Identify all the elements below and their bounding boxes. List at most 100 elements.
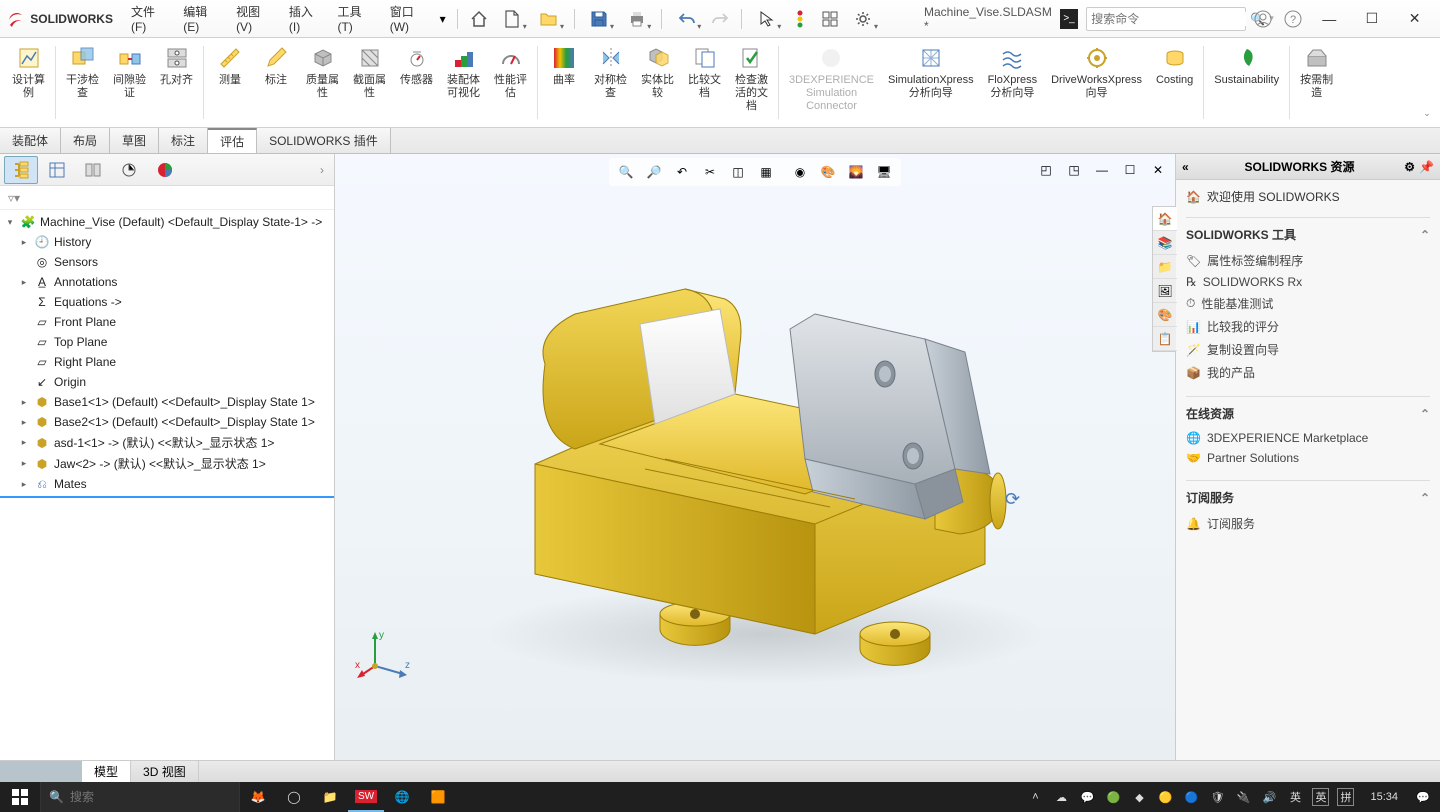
tree-mates[interactable]: ▸⎌Mates [0, 474, 334, 494]
ribbon-curvature[interactable]: 曲率 [542, 42, 586, 123]
fm-tab-config[interactable] [76, 156, 110, 184]
appearance-icon[interactable]: 🎨 [815, 160, 841, 184]
maximize-button[interactable]: ☐ [1353, 5, 1392, 33]
ribbon-on-demand-mfg[interactable]: 按需制 造 [1294, 42, 1339, 123]
ribbon-simulationxpress[interactable]: SimulationXpress 分析向导 [882, 42, 980, 123]
tab-addins[interactable]: SOLIDWORKS 插件 [257, 128, 391, 153]
tray-volume-icon[interactable]: 🔊 [1260, 791, 1278, 804]
taskbar-app-solidworks[interactable]: SW [348, 782, 384, 812]
tree-annotations[interactable]: ▸A̲Annotations [0, 272, 334, 292]
ribbon-doc-compare[interactable]: 比较文 档 [682, 42, 727, 123]
menu-insert[interactable]: 插入(I) [283, 0, 328, 38]
options-grid-button[interactable] [817, 5, 843, 33]
menu-window[interactable]: 窗口(W) [384, 0, 436, 38]
ribbon-symmetry[interactable]: 对称检 查 [588, 42, 633, 123]
taskbar-app-other[interactable]: 🟧 [420, 782, 456, 812]
settings-button[interactable] [847, 5, 880, 33]
minimize-button[interactable]: — [1310, 5, 1349, 33]
motion-study-placeholder[interactable] [0, 761, 82, 782]
orientation-triad[interactable]: y x z [355, 626, 415, 686]
tp-section-online[interactable]: 在线资源⌃ [1186, 396, 1430, 422]
ribbon-body-compare[interactable]: 实体比 较 [635, 42, 680, 123]
feature-filter[interactable]: ▿▾ [0, 186, 334, 210]
start-button[interactable] [0, 782, 40, 812]
save-button[interactable] [583, 5, 616, 33]
tp-link-subscription[interactable]: 🔔订阅服务 [1186, 512, 1430, 535]
taskbar-search[interactable]: 🔍 [40, 782, 240, 812]
zoom-area-icon[interactable]: 🔎 [641, 160, 667, 184]
hide-show-icon[interactable]: ◉ [787, 160, 813, 184]
user-account-button[interactable] [1250, 5, 1276, 33]
tray-ime-pinyin[interactable]: 拼 [1337, 788, 1354, 806]
tray-ime-mode[interactable]: 英 [1312, 788, 1329, 806]
tray-icon[interactable]: 🔵 [1182, 791, 1200, 804]
redo-button[interactable] [707, 5, 733, 33]
taskbar-app-explorer[interactable]: 📁 [312, 782, 348, 812]
tree-origin[interactable]: ↙Origin [0, 372, 334, 392]
tp-tab-appearances-icon[interactable]: 🎨 [1153, 303, 1177, 327]
split-view-2-icon[interactable]: ◳ [1061, 158, 1087, 182]
tp-tab-home-icon[interactable]: 🏠 [1153, 207, 1177, 231]
tp-link-marketplace[interactable]: 🌐3DEXPERIENCE Marketplace [1186, 428, 1430, 448]
tray-power-icon[interactable]: 🔌 [1234, 791, 1252, 804]
tree-history[interactable]: ▸🕘History [0, 232, 334, 252]
open-button[interactable] [533, 5, 566, 33]
undo-button[interactable] [670, 5, 703, 33]
search-commands-field[interactable] [1091, 12, 1246, 26]
ribbon-driveworks[interactable]: DriveWorksXpress 向导 [1045, 42, 1148, 123]
section-view-icon[interactable]: ✂ [697, 160, 723, 184]
bottom-tab-3dview[interactable]: 3D 视图 [131, 761, 199, 782]
tray-ime-lang[interactable]: 英 [1286, 789, 1304, 805]
tp-link-benchmark[interactable]: ⏱性能基准测试 [1186, 292, 1430, 315]
fm-expand-icon[interactable]: › [314, 163, 330, 177]
graphics-viewport[interactable]: 🔍 🔎 ↶ ✂ ◫ ▦ ◉ 🎨 🌄 🖥 ◰ ◳ — ☐ ✕ [335, 154, 1175, 766]
ribbon-hole-align[interactable]: 孔对齐 [154, 42, 199, 123]
bottom-tab-model[interactable]: 模型 [82, 761, 131, 782]
help-button[interactable]: ? [1280, 5, 1306, 33]
taskbar-app-edge[interactable]: 🌐 [384, 782, 420, 812]
tree-root[interactable]: ▾🧩Machine_Vise (Default) <Default_Displa… [0, 212, 334, 232]
taskbar-app-1[interactable]: 🦊 [240, 782, 276, 812]
tray-security-icon[interactable]: 🛡 [1208, 791, 1226, 804]
close-button[interactable]: ✕ [1395, 5, 1434, 33]
rebuild-button[interactable] [787, 5, 813, 33]
tp-tab-view-palette-icon[interactable]: 🖼 [1153, 279, 1177, 303]
welcome-link[interactable]: 🏠欢迎使用 SOLIDWORKS [1186, 188, 1430, 205]
tp-tab-design-library-icon[interactable]: 📚 [1153, 231, 1177, 255]
tp-link-partner[interactable]: 🤝Partner Solutions [1186, 448, 1430, 468]
menu-view[interactable]: 视图(V) [230, 0, 279, 38]
tp-link-rx[interactable]: ℞SOLIDWORKS Rx [1186, 272, 1430, 292]
tree-sensors[interactable]: ◎Sensors [0, 252, 334, 272]
view-settings-icon[interactable]: 🖥 [871, 160, 897, 184]
fm-tab-tree[interactable] [4, 156, 38, 184]
scene-icon[interactable]: 🌄 [843, 160, 869, 184]
split-view-1-icon[interactable]: ◰ [1033, 158, 1059, 182]
tree-front-plane[interactable]: ▱Front Plane [0, 312, 334, 332]
tray-icon[interactable]: ◆ [1130, 791, 1148, 804]
print-button[interactable] [620, 5, 653, 33]
tray-clock[interactable]: 15:34 [1362, 791, 1406, 803]
menu-tools[interactable]: 工具(T) [331, 0, 379, 38]
ribbon-floxpress[interactable]: FloXpress 分析向导 [982, 42, 1044, 123]
tab-assembly[interactable]: 装配体 [0, 128, 61, 153]
previous-view-icon[interactable]: ↶ [669, 160, 695, 184]
fm-tab-property[interactable] [40, 156, 74, 184]
tray-onedrive-icon[interactable]: ☁ [1052, 791, 1070, 804]
menu-file[interactable]: 文件(F) [125, 0, 173, 38]
select-button[interactable] [750, 5, 783, 33]
tree-rollback-bar[interactable] [0, 496, 334, 498]
tree-part-asd1[interactable]: ▸⬢asd-1<1> -> (默认) <<默认>_显示状态 1> [0, 432, 334, 453]
tp-tab-custom-props-icon[interactable]: 📋 [1153, 327, 1177, 351]
fm-tab-dimxpert[interactable] [112, 156, 146, 184]
tp-link-property-tab[interactable]: 🏷属性标签编制程序 [1186, 249, 1430, 272]
ribbon-sustainability[interactable]: Sustainability [1208, 42, 1285, 123]
fm-tab-display[interactable] [148, 156, 182, 184]
tab-markup[interactable]: 标注 [159, 128, 208, 153]
tp-pin-icon[interactable]: 📌 [1419, 160, 1434, 174]
tp-tab-file-explorer-icon[interactable]: 📁 [1153, 255, 1177, 279]
tp-link-copy-settings[interactable]: 🪄复制设置向导 [1186, 338, 1430, 361]
tray-chevron-icon[interactable]: ˄ [1026, 791, 1044, 803]
ribbon-sensors[interactable]: 传感器 [394, 42, 439, 123]
tray-notifications-icon[interactable]: 💬 [1414, 791, 1432, 804]
tray-chat-icon[interactable]: 💬 [1078, 791, 1096, 804]
